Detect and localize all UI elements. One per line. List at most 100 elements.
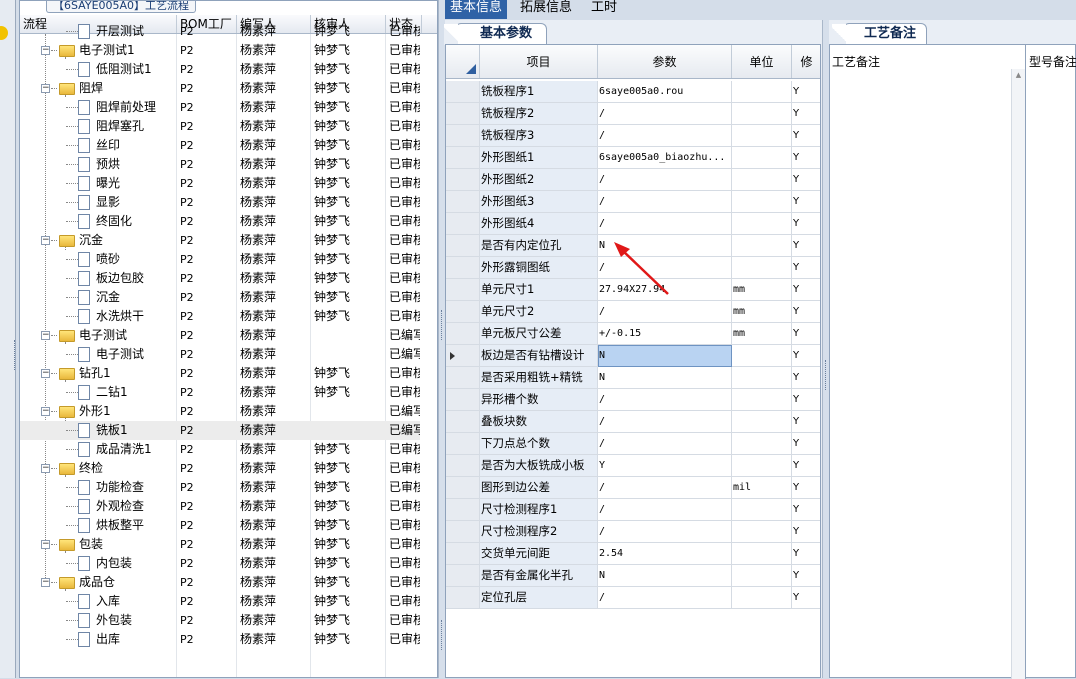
collapse-icon[interactable]: − — [41, 46, 50, 55]
tree-node[interactable]: 外观检查 — [20, 497, 177, 516]
tree-step-row[interactable]: 烘板整平 P2 杨素萍 钟梦飞 已审核 — [20, 516, 420, 535]
tree-step-row[interactable]: 电子测试 P2 杨素萍 已编写 — [20, 345, 420, 364]
param-unit-cell[interactable]: mm — [732, 323, 792, 345]
row-header[interactable] — [446, 455, 480, 477]
param-unit-cell[interactable]: mm — [732, 279, 792, 301]
param-row[interactable]: 是否采用粗铣+精铣 N Y — [446, 367, 820, 389]
tree-node[interactable]: 水洗烘干 — [20, 307, 177, 326]
param-modify-cell[interactable]: Y — [792, 257, 820, 279]
tree-step-row[interactable]: 丝印 P2 杨素萍 钟梦飞 已审核 — [20, 136, 420, 155]
param-unit-cell[interactable] — [732, 411, 792, 433]
tree-node[interactable]: 铣板1 — [20, 421, 177, 440]
tree-node[interactable]: − 电子测试 — [20, 326, 177, 345]
tree-step-row[interactable]: 入库 P2 杨素萍 钟梦飞 已审核 — [20, 592, 420, 611]
tab-extended-info[interactable]: 拓展信息 — [515, 0, 577, 19]
param-row[interactable]: 铣板程序3/ Y — [446, 125, 820, 147]
tree-node[interactable]: 出库 — [20, 630, 177, 649]
tree-node[interactable]: 预烘 — [20, 155, 177, 174]
process-notes-area[interactable]: 工艺备注 ▲ — [830, 45, 1026, 679]
param-value-cell[interactable]: N — [598, 367, 732, 389]
param-modify-cell[interactable]: Y — [792, 323, 820, 345]
tree-node[interactable]: − 包装 — [20, 535, 177, 554]
param-modify-cell[interactable]: Y — [792, 169, 820, 191]
row-header[interactable] — [446, 521, 480, 543]
tab-basic-params[interactable]: 基本参数 — [444, 23, 547, 45]
tree-step-row[interactable]: 功能检查 P2 杨素萍 钟梦飞 已审核 — [20, 478, 420, 497]
row-header[interactable] — [446, 499, 480, 521]
param-row[interactable]: 图形到边公差 / mil Y — [446, 477, 820, 499]
tree-node[interactable]: 喷砂 — [20, 250, 177, 269]
tree-step-row[interactable]: 终固化 P2 杨素萍 钟梦飞 已审核 — [20, 212, 420, 231]
tree-node[interactable]: 二钻1 — [20, 383, 177, 402]
param-unit-cell[interactable] — [732, 521, 792, 543]
param-modify-cell[interactable]: Y — [792, 279, 820, 301]
row-header[interactable] — [446, 81, 480, 103]
splitter-grip[interactable] — [14, 340, 17, 370]
param-modify-cell[interactable]: Y — [792, 345, 820, 367]
param-modify-cell[interactable]: Y — [792, 587, 820, 609]
tree-node[interactable]: 低阻测试1 — [20, 60, 177, 79]
row-header[interactable] — [446, 103, 480, 125]
tree-node[interactable]: 阻焊塞孔 — [20, 117, 177, 136]
param-unit-cell[interactable] — [732, 213, 792, 235]
tree-step-row[interactable]: 曝光 P2 杨素萍 钟梦飞 已审核 — [20, 174, 420, 193]
tree-step-row[interactable]: 外观检查 P2 杨素萍 钟梦飞 已审核 — [20, 497, 420, 516]
tree-step-row[interactable]: 二钻1 P2 杨素萍 钟梦飞 已审核 — [20, 383, 420, 402]
param-modify-cell[interactable]: Y — [792, 81, 820, 103]
param-value-cell[interactable]: 6saye005a0_biaozhu... — [598, 147, 732, 169]
param-modify-cell[interactable]: Y — [792, 543, 820, 565]
tree-node[interactable]: 丝印 — [20, 136, 177, 155]
param-value-cell[interactable]: N — [598, 345, 732, 367]
param-value-cell[interactable]: / — [598, 169, 732, 191]
tree-group-row[interactable]: − 终检 P2 杨素萍 钟梦飞 已审核 — [20, 459, 420, 478]
tree-group-row[interactable]: − 包装 P2 杨素萍 钟梦飞 已审核 — [20, 535, 420, 554]
param-modify-cell[interactable]: Y — [792, 565, 820, 587]
param-modify-cell[interactable]: Y — [792, 103, 820, 125]
param-row[interactable]: 单元尺寸1 27.94X27.94 mm Y — [446, 279, 820, 301]
param-row[interactable]: 外形露铜图纸 / Y — [446, 257, 820, 279]
tree-group-row[interactable]: − 电子测试1 P2 杨素萍 钟梦飞 已审核 — [20, 41, 420, 60]
param-modify-cell[interactable]: Y — [792, 389, 820, 411]
tree-step-row[interactable]: 预烘 P2 杨素萍 钟梦飞 已审核 — [20, 155, 420, 174]
row-header[interactable] — [446, 587, 480, 609]
collapse-icon[interactable]: − — [41, 84, 50, 93]
col-header-param[interactable]: 参数 — [598, 45, 732, 78]
param-modify-cell[interactable]: Y — [792, 499, 820, 521]
param-value-cell[interactable]: N — [598, 235, 732, 257]
param-unit-cell[interactable] — [732, 587, 792, 609]
collapse-icon[interactable]: − — [41, 464, 50, 473]
param-unit-cell[interactable] — [732, 257, 792, 279]
param-value-cell[interactable]: / — [598, 587, 732, 609]
param-unit-cell[interactable] — [732, 147, 792, 169]
param-row[interactable]: 是否为大板铣成小板 Y Y — [446, 455, 820, 477]
tree-step-row[interactable]: 开层测试 P2 杨素萍 钟梦飞 已审核 — [20, 22, 420, 41]
row-header[interactable] — [446, 565, 480, 587]
param-value-cell[interactable]: 27.94X27.94 — [598, 279, 732, 301]
param-unit-cell[interactable] — [732, 345, 792, 367]
param-row[interactable]: 单元尺寸2/mm Y — [446, 301, 820, 323]
tree-step-row[interactable]: 板边包胶 P2 杨素萍 钟梦飞 已审核 — [20, 269, 420, 288]
row-header[interactable] — [446, 367, 480, 389]
param-modify-cell[interactable]: Y — [792, 147, 820, 169]
row-header[interactable] — [446, 301, 480, 323]
param-unit-cell[interactable] — [732, 389, 792, 411]
row-header[interactable] — [446, 235, 480, 257]
param-value-cell[interactable]: 6saye005a0.rou — [598, 81, 732, 103]
right-splitter[interactable] — [822, 20, 829, 678]
tree-group-row[interactable]: − 成品仓 P2 杨素萍 钟梦飞 已审核 — [20, 573, 420, 592]
collapse-icon[interactable]: − — [41, 369, 50, 378]
param-row[interactable]: 下刀点总个数 / Y — [446, 433, 820, 455]
row-header[interactable] — [446, 147, 480, 169]
param-value-cell[interactable]: / — [598, 521, 732, 543]
tree-node[interactable]: 成品清洗1 — [20, 440, 177, 459]
tree-group-row[interactable]: − 外形1 P2 杨素萍 已编写 — [20, 402, 420, 421]
param-modify-cell[interactable]: Y — [792, 213, 820, 235]
param-value-cell[interactable]: / — [598, 477, 732, 499]
col-header-item[interactable]: 项目 — [480, 45, 598, 78]
param-modify-cell[interactable]: Y — [792, 477, 820, 499]
tree-node[interactable]: 终固化 — [20, 212, 177, 231]
param-modify-cell[interactable]: Y — [792, 521, 820, 543]
param-row[interactable]: 尺寸检测程序2/ Y — [446, 521, 820, 543]
tree-node[interactable]: 阻焊前处理 — [20, 98, 177, 117]
left-splitter[interactable] — [438, 0, 445, 678]
